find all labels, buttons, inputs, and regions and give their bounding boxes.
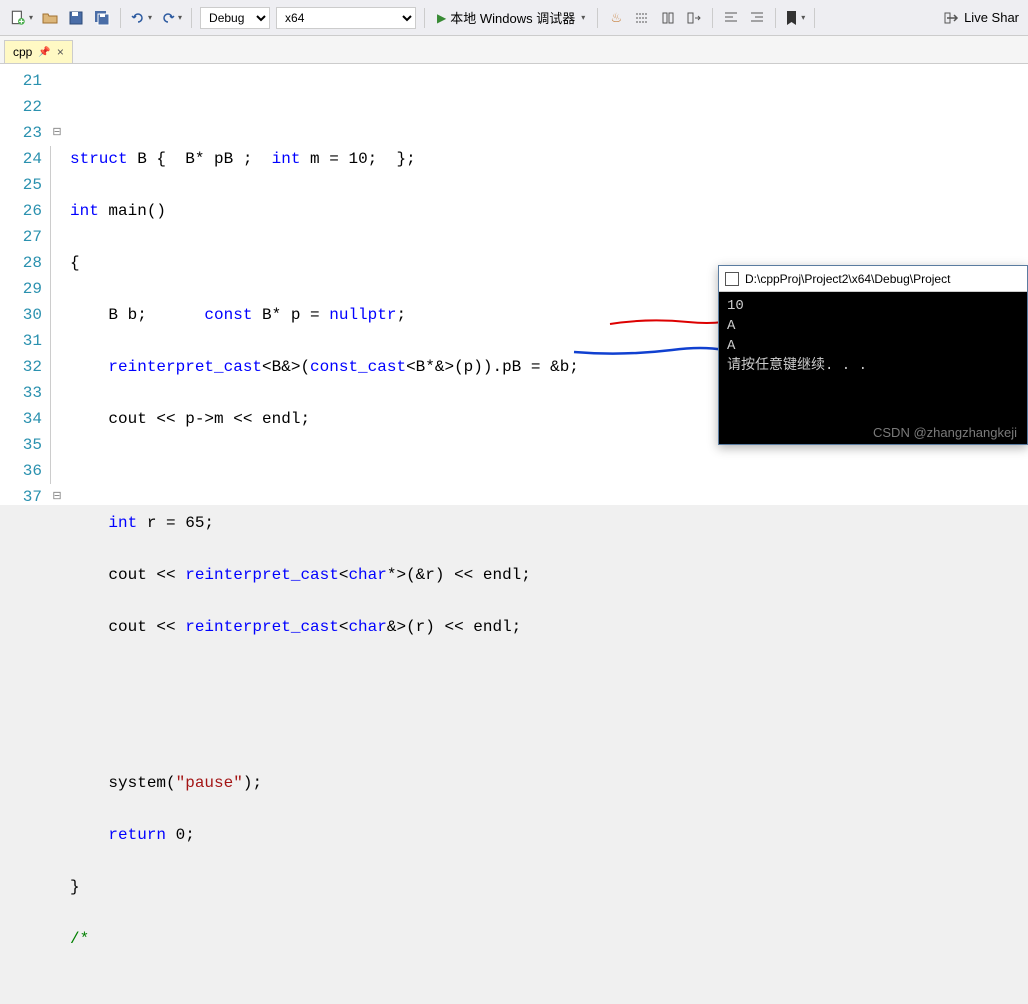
platform-select[interactable]: x64	[276, 7, 416, 29]
code-line: /*	[70, 926, 1028, 952]
editor-tab[interactable]: cpp 📌 ×	[4, 40, 73, 63]
console-window[interactable]: D:\cppProj\Project2\x64\Debug\Project 10…	[718, 265, 1028, 445]
code-line: cout << reinterpret_cast<char&>(r) << en…	[70, 614, 1028, 640]
bookmark-button[interactable]: ▾	[782, 6, 808, 30]
save-all-button[interactable]	[90, 6, 114, 30]
console-output: 10 A A 请按任意键继续. . .	[719, 292, 1027, 380]
code-line	[70, 718, 1028, 744]
close-icon[interactable]: ×	[57, 45, 64, 59]
fire-icon[interactable]: ♨	[604, 6, 628, 30]
code-line: system("pause");	[70, 770, 1028, 796]
start-debug-button[interactable]: ▶ 本地 Windows 调试器 ▾	[431, 6, 591, 30]
step-out-button[interactable]	[682, 6, 706, 30]
tab-label: cpp	[13, 45, 32, 59]
fold-column: ⊟ ⊟	[50, 64, 64, 505]
code-line: int r = 65;	[70, 510, 1028, 536]
pin-icon[interactable]: 📌	[38, 47, 50, 58]
config-select[interactable]: Debug	[200, 7, 270, 29]
tab-strip: cpp 📌 ×	[0, 36, 1028, 64]
liveshare-button[interactable]: Live Shar	[941, 6, 1022, 30]
save-button[interactable]	[64, 6, 88, 30]
code-line: struct B { B* pB ; int m = 10; };	[70, 146, 1028, 172]
console-icon	[725, 272, 739, 286]
console-titlebar[interactable]: D:\cppProj\Project2\x64\Debug\Project	[719, 266, 1027, 292]
code-line	[70, 94, 1028, 120]
step-over-button[interactable]	[656, 6, 680, 30]
main-toolbar: ▾ ▾ ▾ Debug x64 ▶ 本地 Windows 调试器 ▾ ♨	[0, 0, 1028, 36]
code-line: return 0;	[70, 822, 1028, 848]
code-line	[70, 458, 1028, 484]
code-line: }	[70, 874, 1028, 900]
indent-less-button[interactable]	[719, 6, 743, 30]
play-icon: ▶	[437, 11, 446, 25]
console-title-text: D:\cppProj\Project2\x64\Debug\Project	[745, 272, 950, 286]
code-line: cout << reinterpret_cast<char*>(&r) << e…	[70, 562, 1028, 588]
open-file-button[interactable]	[38, 6, 62, 30]
undo-button[interactable]: ▾	[127, 6, 155, 30]
line-gutter: 212223 242526 272829 303132 333435 3637	[0, 64, 50, 505]
redo-button[interactable]: ▾	[157, 6, 185, 30]
watermark: CSDN @zhangzhangkeji	[873, 425, 1017, 440]
step-into-button[interactable]	[630, 6, 654, 30]
code-line: int main()	[70, 198, 1028, 224]
debugger-label: 本地 Windows 调试器	[450, 8, 575, 27]
code-line	[70, 666, 1028, 692]
indent-more-button[interactable]	[745, 6, 769, 30]
new-file-button[interactable]: ▾	[6, 6, 36, 30]
